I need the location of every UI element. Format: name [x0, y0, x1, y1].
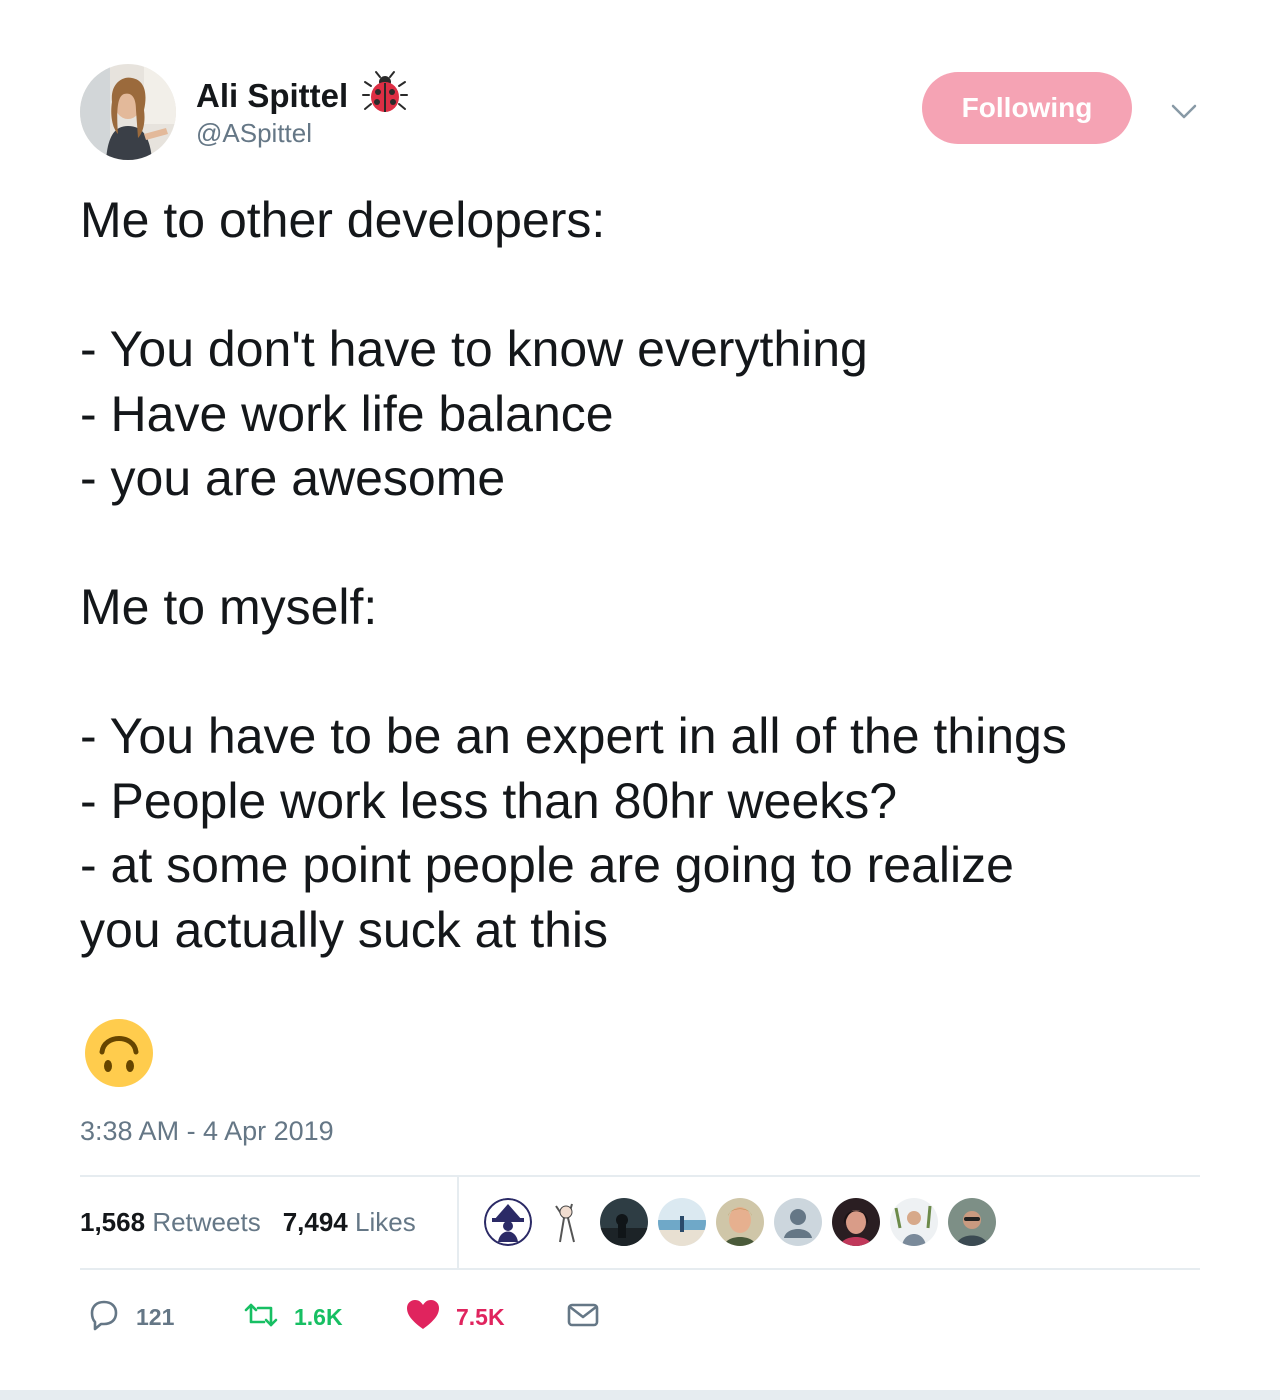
tweet-line: [80, 253, 1220, 318]
liker-avatar[interactable]: [832, 1198, 880, 1246]
likes-stat[interactable]: 7,494 Likes: [283, 1207, 416, 1238]
liker-avatar[interactable]: [484, 1198, 532, 1246]
following-button[interactable]: Following: [922, 72, 1132, 144]
tweet-line: Me to myself:: [80, 579, 378, 635]
author-display-name[interactable]: Ali Spittel: [196, 77, 348, 115]
direct-message-button[interactable]: [566, 1294, 600, 1340]
retweets-stat[interactable]: 1,568 Retweets: [80, 1207, 261, 1238]
like-count: 7.5K: [456, 1303, 505, 1330]
divider: [457, 1176, 459, 1268]
reply-icon: [84, 1296, 122, 1339]
upside-down-face-emoji: [84, 1018, 154, 1088]
retweets-label: Retweets: [152, 1206, 261, 1237]
tweet-card: Ali Spittel @ASpittel Following Me to ot…: [0, 0, 1280, 1400]
reply-button[interactable]: 121: [84, 1294, 174, 1340]
card-bottom-edge: [0, 1390, 1280, 1400]
retweet-icon: [242, 1296, 280, 1339]
liker-avatar[interactable]: [658, 1198, 706, 1246]
ladybug-icon: [362, 70, 409, 121]
tweet-timestamp[interactable]: 3:38 AM - 4 Apr 2019: [80, 1116, 334, 1147]
tweet-line: - People work less than 80hr weeks?: [80, 772, 898, 829]
author-handle[interactable]: @ASpittel: [196, 118, 312, 149]
liker-avatar[interactable]: [600, 1198, 648, 1246]
tweet-line: - Have work life balance: [80, 385, 614, 442]
chevron-down-icon[interactable]: [1168, 98, 1200, 126]
tweet-line: Me to other developers:: [80, 192, 606, 248]
tweet-line: - at some point people are going to real…: [80, 837, 1014, 893]
liker-avatar[interactable]: [716, 1198, 764, 1246]
likes-label: Likes: [355, 1206, 416, 1237]
tweet-text: Me to other developers: - You don't have…: [80, 188, 1220, 962]
tweet-line: - You have to be an expert in all of the…: [80, 708, 1067, 764]
liker-avatar[interactable]: [890, 1198, 938, 1246]
tweet-line: - you are awesome: [80, 450, 506, 506]
retweets-count: 1,568: [80, 1206, 146, 1237]
retweet-button[interactable]: 1.6K: [242, 1294, 343, 1340]
likes-count: 7,494: [282, 1206, 348, 1237]
liker-avatars: [484, 1198, 996, 1246]
liker-avatar[interactable]: [542, 1198, 590, 1246]
tweet-stats: 1,568 Retweets 7,494 Likes: [80, 1176, 416, 1268]
liker-avatar[interactable]: [774, 1198, 822, 1246]
heart-icon: [404, 1296, 442, 1339]
divider: [80, 1268, 1200, 1270]
tweet-line: [80, 640, 1220, 705]
author-avatar[interactable]: [80, 64, 176, 160]
tweet-line: you actually suck at this: [80, 901, 609, 958]
liker-avatar[interactable]: [948, 1198, 996, 1246]
like-button[interactable]: 7.5K: [404, 1294, 505, 1340]
tweet-line: - You don't have to know everything: [80, 321, 868, 377]
reply-count: 121: [136, 1303, 175, 1330]
retweet-count: 1.6K: [294, 1303, 343, 1330]
envelope-icon: [566, 1298, 600, 1337]
tweet-line: [80, 511, 1220, 576]
